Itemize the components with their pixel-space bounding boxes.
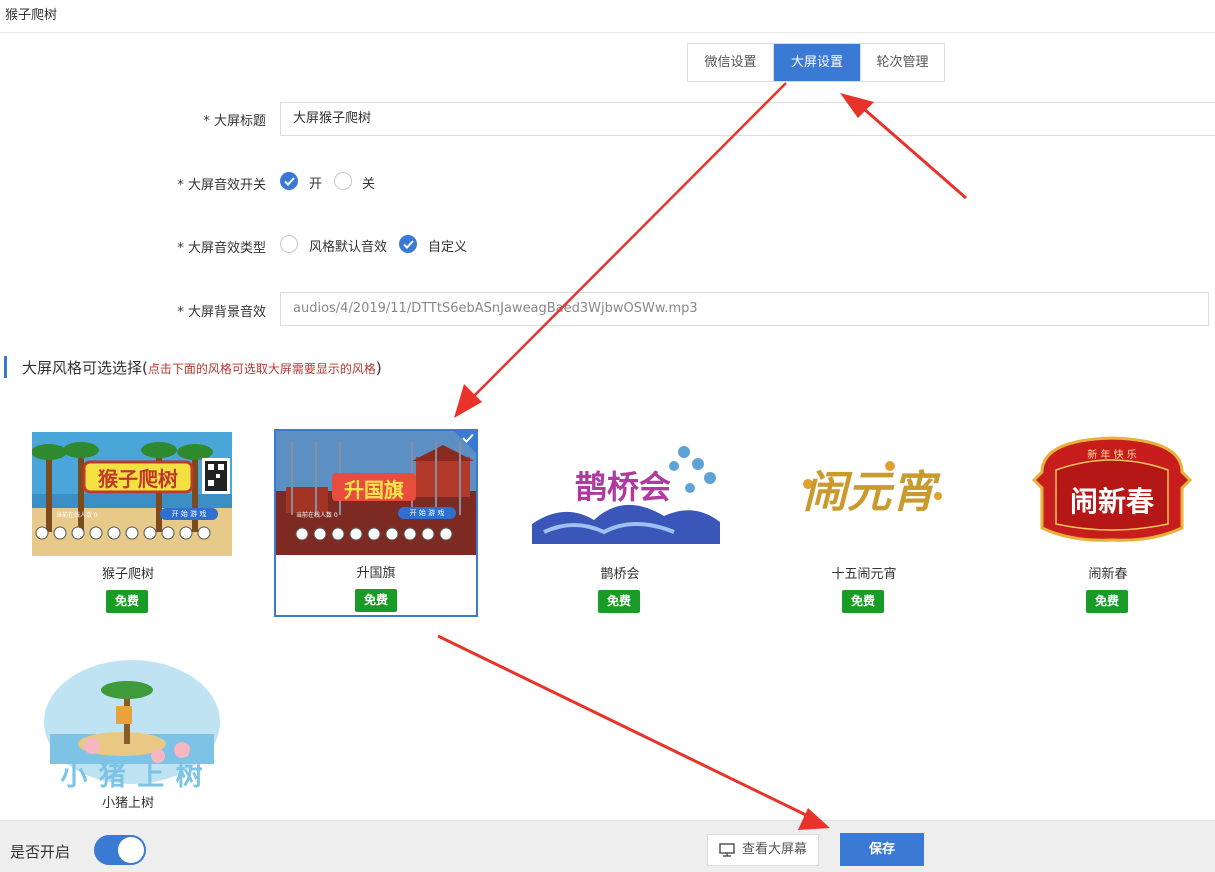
check-icon xyxy=(284,177,295,186)
flag-thumbnail: 升国旗 开 始 游 戏 当前在线人数 0 xyxy=(276,431,476,555)
magpie-bridge-thumb-title: 鹊桥会 xyxy=(574,468,671,506)
arrow-to-save-button xyxy=(437,634,830,830)
tab-bar: 微信设置 大屏设置 轮次管理 xyxy=(687,43,945,82)
sound-custom-radio[interactable] xyxy=(399,235,417,253)
monkey-thumbnail: 猴子爬树 开 始 游 戏 当前在线人数 0 xyxy=(32,432,232,556)
save-button[interactable]: 保存 xyxy=(840,833,924,866)
piglet-tree-thumbnail: 小 猪 上 树 xyxy=(32,660,228,788)
monitor-icon xyxy=(719,843,735,857)
style-card-monkey[interactable]: 猴子爬树 开 始 游 戏 当前在线人数 0 猴子爬树 免费 xyxy=(26,430,232,618)
sound-default-label: 风格默认音效 xyxy=(309,240,388,255)
spring-festival-thumbnail: 新 年 快 乐 闹新春 xyxy=(1012,432,1212,556)
style-name: 闹新春 xyxy=(1088,567,1128,582)
flag-thumb-count: 当前在线人数 0 xyxy=(296,512,338,519)
tab-round-management[interactable]: 轮次管理 xyxy=(860,44,944,81)
enable-toggle[interactable] xyxy=(94,835,146,865)
style-card-piglet-tree[interactable]: 小 猪 上 树 小猪上树 免费 xyxy=(26,658,230,820)
free-badge: 免费 xyxy=(355,589,397,612)
bg-sound-label: * 大屏背景音效 xyxy=(177,305,266,320)
check-icon xyxy=(403,240,414,249)
preview-screen-label: 查看大屏幕 xyxy=(742,842,808,857)
style-name: 升国旗 xyxy=(356,566,396,581)
styles-section-title-text: 大屏风格可选选择( xyxy=(22,359,148,377)
sound-off-radio[interactable] xyxy=(334,172,352,190)
styles-section-title-end: ) xyxy=(375,359,382,377)
style-name: 小猪上树 xyxy=(101,796,154,811)
style-card-flag[interactable]: 升国旗 开 始 游 戏 当前在线人数 0 升国旗 免费 xyxy=(274,429,478,617)
free-badge: 免费 xyxy=(1086,590,1128,613)
sound-custom-label: 自定义 xyxy=(428,240,468,255)
monkey-thumb-count: 当前在线人数 0 xyxy=(56,512,98,519)
style-card-magpie-bridge[interactable]: 鹊桥会 鹊桥会 免费 xyxy=(518,430,724,618)
toggle-knob xyxy=(118,837,144,863)
screen-title-label: * 大屏标题 xyxy=(203,114,266,129)
flag-thumb-title: 升国旗 xyxy=(344,478,404,502)
free-badge: 免费 xyxy=(842,590,884,613)
enable-label: 是否开启 xyxy=(10,843,71,861)
page-title: 猴子爬树 xyxy=(5,8,58,23)
settings-page: 猴子爬树 微信设置 大屏设置 轮次管理 * 大屏标题 大屏猴子爬树 * 大屏音效… xyxy=(0,0,1215,872)
style-name: 鹊桥会 xyxy=(600,567,640,582)
sound-switch-label: * 大屏音效开关 xyxy=(177,178,266,193)
spring-festival-thumb-top: 新 年 快 乐 xyxy=(1087,450,1137,461)
style-card-lantern-festival[interactable]: 闹元宵 十五闹元宵 免费 xyxy=(762,430,968,618)
style-card-spring-festival[interactable]: 新 年 快 乐 闹新春 闹新春 免费 xyxy=(1006,430,1212,618)
check-icon xyxy=(462,433,474,443)
bg-sound-input[interactable]: audios/4/2019/11/DTTtS6ebASnJaweagBaed3W… xyxy=(280,292,1209,326)
sound-on-radio[interactable] xyxy=(280,172,298,190)
flag-thumb-start: 开 始 游 戏 xyxy=(409,509,445,517)
sound-default-radio[interactable] xyxy=(280,235,298,253)
screen-title-input[interactable]: 大屏猴子爬树 xyxy=(280,102,1215,136)
monkey-thumb-title: 猴子爬树 xyxy=(98,467,178,491)
style-name: 十五闹元宵 xyxy=(831,567,897,582)
styles-section-title: 大屏风格可选选择(点击下面的风格可选取大屏需要显示的风格) xyxy=(22,357,382,378)
free-badge: 免费 xyxy=(598,590,640,613)
sound-type-label: * 大屏音效类型 xyxy=(177,241,266,256)
lantern-festival-thumb-title: 闹元宵 xyxy=(803,467,935,518)
monkey-thumb-start: 开 始 游 戏 xyxy=(171,510,207,518)
free-badge: 免费 xyxy=(106,590,148,613)
section-accent-bar xyxy=(4,356,7,378)
footer-bar: 是否开启 查看大屏幕 保存 xyxy=(0,820,1215,872)
tab-wechat-settings[interactable]: 微信设置 xyxy=(688,44,773,81)
title-bar: 猴子爬树 xyxy=(0,0,1215,33)
piglet-tree-thumb-title: 小 猪 上 树 xyxy=(60,761,204,788)
style-name: 猴子爬树 xyxy=(101,567,154,582)
styles-section-hint: 点击下面的风格可选取大屏需要显示的风格 xyxy=(147,362,376,376)
tab-big-screen-settings[interactable]: 大屏设置 xyxy=(773,44,860,81)
magpie-bridge-thumbnail: 鹊桥会 xyxy=(524,432,724,556)
lantern-festival-thumbnail: 闹元宵 xyxy=(768,432,968,556)
spring-festival-thumb-title: 闹新春 xyxy=(1069,485,1154,518)
preview-screen-button[interactable]: 查看大屏幕 xyxy=(707,834,819,866)
sound-off-label: 关 xyxy=(362,177,376,192)
sound-on-label: 开 xyxy=(309,177,323,192)
